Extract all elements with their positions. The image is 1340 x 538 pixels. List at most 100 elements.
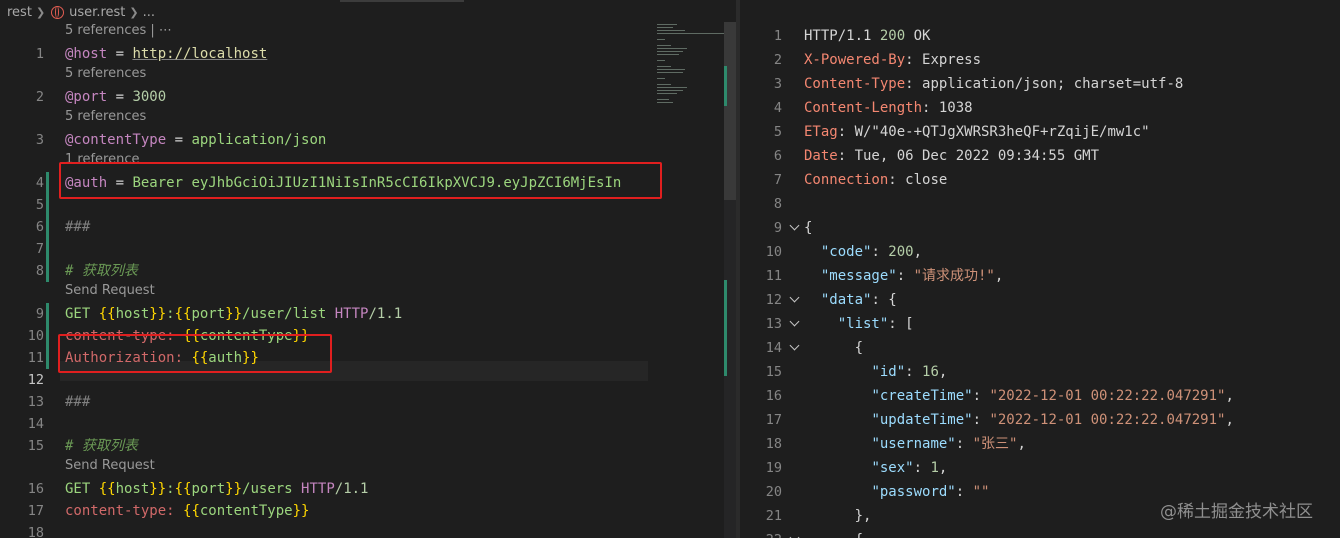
line-number: 14 [765,340,782,356]
code-token: }} [149,306,167,322]
line-number: 1 [773,28,782,44]
git-change-indicator [46,172,49,282]
code-line[interactable]: @port = 3000 [65,87,166,107]
code-token: /users [242,481,302,497]
response-line: "sex": 1, [804,458,947,478]
response-token: { [804,340,864,356]
send-request-link[interactable]: Send Request [65,282,155,300]
code-line[interactable]: ### [65,217,90,237]
chevron-right-icon: ❯ [35,5,46,19]
response-line: { [804,530,863,538]
code-token: {{ [183,503,200,519]
code-token: = [107,89,133,105]
globe-icon [51,5,65,19]
response-token: Connection [804,172,889,188]
code-line[interactable]: @contentType = application/json [65,130,326,150]
response-line: Content-Type: application/json; charset=… [804,74,1183,94]
line-number: 9 [773,220,782,236]
codelens-references[interactable]: 5 references | ⋯ [65,22,172,40]
request-editor[interactable]: rest ❯ user.rest ❯ ... 5 references | ⋯ 1… [0,0,736,538]
minimap[interactable] [651,22,727,112]
codelens-references[interactable]: 5 references [65,108,146,126]
response-line: "data": { [804,290,897,310]
response-line: { [804,338,863,358]
fold-chevron-icon[interactable] [789,218,801,238]
code-token: ### [65,394,91,410]
fold-chevron-icon[interactable] [789,314,801,334]
watermark: @稀土掘金技术社区 [1160,502,1313,522]
response-token: 16 [922,364,939,380]
codelens-references[interactable]: 5 references [65,65,146,83]
code-token: {{ [98,306,116,322]
fold-chevron-icon[interactable] [789,530,801,538]
code-token: @contentType [65,132,167,148]
response-token [804,292,821,308]
response-token: Content-Length [804,100,923,116]
send-request-link[interactable]: Send Request [65,457,155,475]
line-number: 18 [27,525,44,538]
response-line: X-Powered-By: Express [804,50,981,70]
response-token [804,244,821,260]
response-token: , [913,244,923,260]
code-line[interactable]: # 获取列表 [65,436,138,456]
line-number: 3 [35,132,44,148]
response-token: "updateTime" [871,412,973,428]
line-number: 16 [765,388,782,404]
response-token [804,388,871,404]
code-line[interactable]: GET {{host}}:{{port}}/user/list HTTP/1.1 [65,304,402,324]
code-line[interactable]: @host = http://localhost [65,44,267,64]
response-token: : [896,268,914,284]
response-token: { [804,220,813,236]
line-number: 12 [765,292,782,308]
code-token: }} [225,481,243,497]
git-change-indicator [46,303,49,369]
code-token: {{ [98,481,116,497]
fold-chevron-icon[interactable] [789,338,801,358]
response-line: "id": 16, [804,362,947,382]
response-panel[interactable]: 1 HTTP/1.1 200 OK 2 X-Powered-By: Express 3 C… [740,0,1340,538]
line-number: 11 [27,350,44,366]
chevron-right-icon: ❯ [129,5,139,19]
response-token: : [955,436,973,452]
code-token: 3000 [132,89,167,105]
line-number: 13 [765,316,782,332]
breadcrumb-file[interactable]: user.rest [69,5,125,20]
code-line[interactable]: GET {{host}}:{{port}}/users HTTP/1.1 [65,479,368,499]
scrollbar-thumb[interactable] [724,22,736,200]
code-token: : [166,481,175,497]
breadcrumb-symbol[interactable]: ... [143,5,155,20]
response-token: "code" [820,244,872,260]
response-line: }, [804,506,872,526]
response-line: Connection: close [804,170,947,190]
line-number: 16 [27,481,44,497]
code-token: host [115,481,150,497]
response-line: { [804,218,812,238]
response-line: "message": "请求成功!", [804,266,1003,286]
code-token: # 获取列表 [65,438,138,454]
code-token: /1.1 [368,306,403,322]
editor-scrollbar[interactable] [724,22,736,538]
response-token [804,316,838,332]
code-line[interactable]: # 获取列表 [65,261,138,281]
response-token: : [972,412,990,428]
breadcrumb-folder[interactable]: rest [7,5,32,20]
line-number: 10 [765,244,782,260]
code-token: ### [65,219,91,235]
line-number: 8 [35,263,44,279]
response-token: : [ [888,316,914,332]
response-token: : Tue, 06 Dec 2022 09:34:55 GMT [837,148,1100,164]
code-token: GET [65,306,99,322]
code-line[interactable]: content-type: {{contentType}} [65,501,309,521]
highlight-box-authorization [58,334,332,373]
response-token: : 1038 [922,100,973,116]
code-token: }} [292,503,310,519]
code-line[interactable]: ### [65,392,90,412]
line-number: 7 [35,241,44,257]
line-number: 8 [773,196,782,212]
response-token: , [938,364,948,380]
response-line: HTTP/1.1 200 OK [804,26,930,46]
response-token [804,484,871,500]
fold-chevron-icon[interactable] [789,290,801,310]
response-token: : { [871,292,897,308]
response-token: X-Powered-By [804,52,906,68]
